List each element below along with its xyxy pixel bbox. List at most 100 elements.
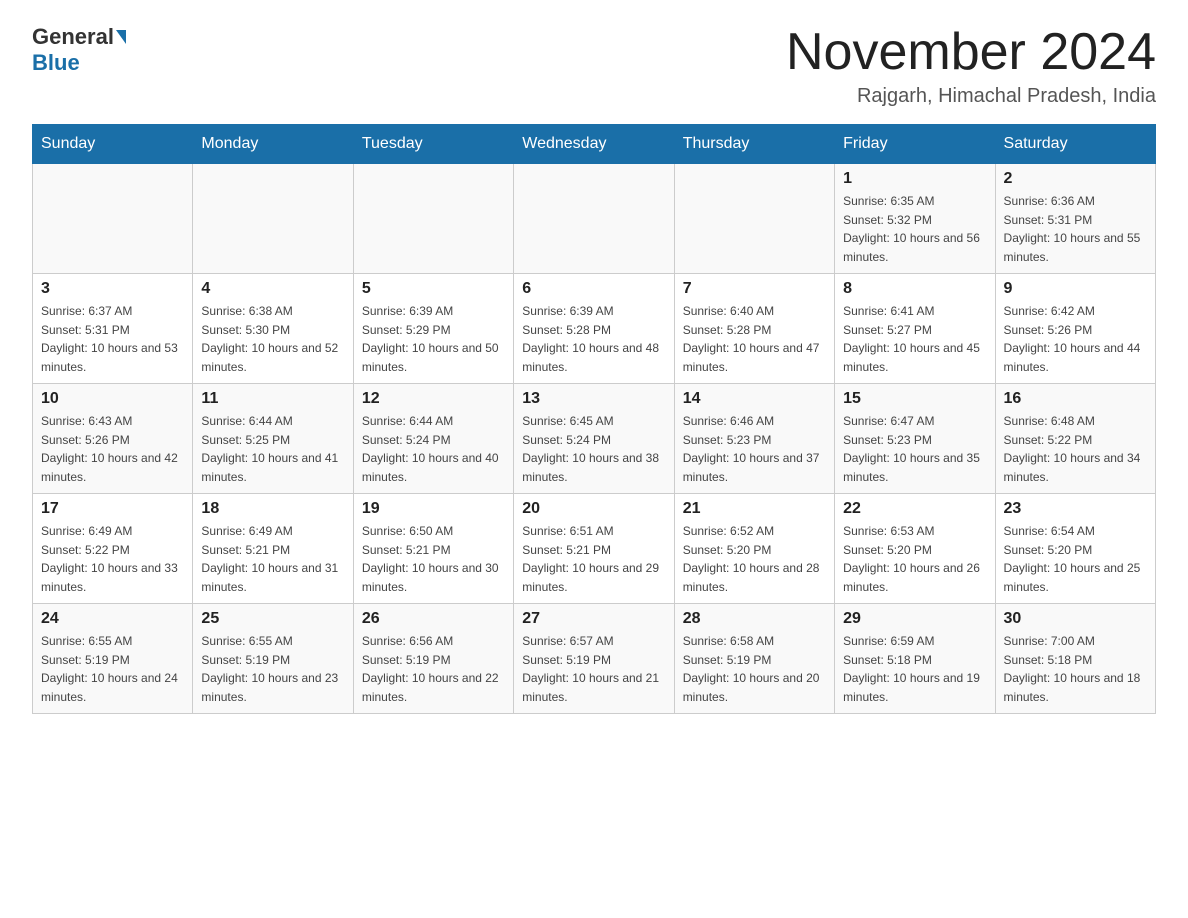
day-info: Sunrise: 6:55 AM Sunset: 5:19 PM Dayligh… — [201, 632, 344, 706]
calendar-cell: 21 Sunrise: 6:52 AM Sunset: 5:20 PM Dayli… — [674, 494, 834, 604]
day-number: 25 — [201, 610, 344, 628]
day-number: 18 — [201, 500, 344, 518]
day-number: 29 — [843, 610, 986, 628]
calendar-cell: 28 Sunrise: 6:58 AM Sunset: 5:19 PM Dayli… — [674, 604, 834, 714]
day-number: 23 — [1004, 500, 1147, 518]
day-info: Sunrise: 6:45 AM Sunset: 5:24 PM Dayligh… — [522, 412, 665, 486]
day-info: Sunrise: 6:51 AM Sunset: 5:21 PM Dayligh… — [522, 522, 665, 596]
day-info: Sunrise: 6:41 AM Sunset: 5:27 PM Dayligh… — [843, 302, 986, 376]
day-info: Sunrise: 6:59 AM Sunset: 5:18 PM Dayligh… — [843, 632, 986, 706]
day-number: 19 — [362, 500, 505, 518]
calendar-cell: 25 Sunrise: 6:55 AM Sunset: 5:19 PM Dayli… — [193, 604, 353, 714]
day-info: Sunrise: 6:37 AM Sunset: 5:31 PM Dayligh… — [41, 302, 184, 376]
page-header: General Blue November 2024 Rajgarh, Hima… — [32, 24, 1156, 108]
day-number: 7 — [683, 280, 826, 298]
weekday-header-tuesday: Tuesday — [353, 125, 513, 164]
day-number: 21 — [683, 500, 826, 518]
weekday-header-wednesday: Wednesday — [514, 125, 674, 164]
day-info: Sunrise: 7:00 AM Sunset: 5:18 PM Dayligh… — [1004, 632, 1147, 706]
day-number: 6 — [522, 280, 665, 298]
day-info: Sunrise: 6:47 AM Sunset: 5:23 PM Dayligh… — [843, 412, 986, 486]
calendar-cell — [33, 164, 193, 274]
day-number: 30 — [1004, 610, 1147, 628]
day-info: Sunrise: 6:35 AM Sunset: 5:32 PM Dayligh… — [843, 192, 986, 266]
day-number: 26 — [362, 610, 505, 628]
day-info: Sunrise: 6:49 AM Sunset: 5:22 PM Dayligh… — [41, 522, 184, 596]
calendar-week-row: 24 Sunrise: 6:55 AM Sunset: 5:19 PM Dayli… — [33, 604, 1156, 714]
day-number: 2 — [1004, 170, 1147, 188]
calendar-cell: 14Sunrise: 6:46 AM Sunset: 5:23 PM Dayli… — [674, 384, 834, 494]
calendar-cell: 9Sunrise: 6:42 AM Sunset: 5:26 PM Daylig… — [995, 274, 1155, 384]
calendar-week-row: 1 Sunrise: 6:35 AM Sunset: 5:32 PM Daylig… — [33, 164, 1156, 274]
calendar-cell: 19 Sunrise: 6:50 AM Sunset: 5:21 PM Dayli… — [353, 494, 513, 604]
day-number: 10 — [41, 390, 184, 408]
calendar-cell: 8 Sunrise: 6:41 AM Sunset: 5:27 PM Daylig… — [835, 274, 995, 384]
calendar-cell: 10 Sunrise: 6:43 AM Sunset: 5:26 PM Dayli… — [33, 384, 193, 494]
day-info: Sunrise: 6:52 AM Sunset: 5:20 PM Dayligh… — [683, 522, 826, 596]
day-number: 17 — [41, 500, 184, 518]
day-info: Sunrise: 6:50 AM Sunset: 5:21 PM Dayligh… — [362, 522, 505, 596]
day-number: 11 — [201, 390, 344, 408]
logo-arrow-icon — [116, 30, 126, 44]
calendar-cell: 3Sunrise: 6:37 AM Sunset: 5:31 PM Daylig… — [33, 274, 193, 384]
calendar-cell: 30 Sunrise: 7:00 AM Sunset: 5:18 PM Dayli… — [995, 604, 1155, 714]
day-number: 4 — [201, 280, 344, 298]
day-number: 28 — [683, 610, 826, 628]
day-info: Sunrise: 6:44 AM Sunset: 5:25 PM Dayligh… — [201, 412, 344, 486]
logo: General — [32, 24, 128, 50]
day-info: Sunrise: 6:55 AM Sunset: 5:19 PM Dayligh… — [41, 632, 184, 706]
day-number: 24 — [41, 610, 184, 628]
day-info: Sunrise: 6:44 AM Sunset: 5:24 PM Dayligh… — [362, 412, 505, 486]
day-number: 22 — [843, 500, 986, 518]
calendar-cell — [193, 164, 353, 274]
calendar-cell: 13 Sunrise: 6:45 AM Sunset: 5:24 PM Dayli… — [514, 384, 674, 494]
calendar-week-row: 10 Sunrise: 6:43 AM Sunset: 5:26 PM Dayli… — [33, 384, 1156, 494]
calendar-cell: 29 Sunrise: 6:59 AM Sunset: 5:18 PM Dayli… — [835, 604, 995, 714]
calendar-cell: 7Sunrise: 6:40 AM Sunset: 5:28 PM Daylig… — [674, 274, 834, 384]
day-number: 15 — [843, 390, 986, 408]
day-number: 13 — [522, 390, 665, 408]
calendar-cell: 16Sunrise: 6:48 AM Sunset: 5:22 PM Dayli… — [995, 384, 1155, 494]
calendar-cell: 24 Sunrise: 6:55 AM Sunset: 5:19 PM Dayli… — [33, 604, 193, 714]
day-info: Sunrise: 6:38 AM Sunset: 5:30 PM Dayligh… — [201, 302, 344, 376]
weekday-header-row: SundayMondayTuesdayWednesdayThursdayFrid… — [33, 125, 1156, 164]
weekday-header-monday: Monday — [193, 125, 353, 164]
day-info: Sunrise: 6:54 AM Sunset: 5:20 PM Dayligh… — [1004, 522, 1147, 596]
day-info: Sunrise: 6:39 AM Sunset: 5:29 PM Dayligh… — [362, 302, 505, 376]
calendar-cell: 1 Sunrise: 6:35 AM Sunset: 5:32 PM Daylig… — [835, 164, 995, 274]
day-info: Sunrise: 6:58 AM Sunset: 5:19 PM Dayligh… — [683, 632, 826, 706]
day-info: Sunrise: 6:39 AM Sunset: 5:28 PM Dayligh… — [522, 302, 665, 376]
calendar-cell: 23 Sunrise: 6:54 AM Sunset: 5:20 PM Dayli… — [995, 494, 1155, 604]
calendar-cell: 20Sunrise: 6:51 AM Sunset: 5:21 PM Dayli… — [514, 494, 674, 604]
calendar-cell: 12 Sunrise: 6:44 AM Sunset: 5:24 PM Dayli… — [353, 384, 513, 494]
calendar-cell: 15 Sunrise: 6:47 AM Sunset: 5:23 PM Dayli… — [835, 384, 995, 494]
weekday-header-friday: Friday — [835, 125, 995, 164]
day-number: 16 — [1004, 390, 1147, 408]
calendar-cell: 5 Sunrise: 6:39 AM Sunset: 5:29 PM Daylig… — [353, 274, 513, 384]
day-info: Sunrise: 6:57 AM Sunset: 5:19 PM Dayligh… — [522, 632, 665, 706]
logo-area: General Blue — [32, 24, 128, 76]
calendar-table: SundayMondayTuesdayWednesdayThursdayFrid… — [32, 124, 1156, 714]
day-number: 8 — [843, 280, 986, 298]
logo-general-text: General — [32, 24, 114, 50]
calendar-cell: 26Sunrise: 6:56 AM Sunset: 5:19 PM Dayli… — [353, 604, 513, 714]
weekday-header-saturday: Saturday — [995, 125, 1155, 164]
weekday-header-sunday: Sunday — [33, 125, 193, 164]
calendar-cell: 2Sunrise: 6:36 AM Sunset: 5:31 PM Daylig… — [995, 164, 1155, 274]
calendar-cell: 27Sunrise: 6:57 AM Sunset: 5:19 PM Dayli… — [514, 604, 674, 714]
day-info: Sunrise: 6:46 AM Sunset: 5:23 PM Dayligh… — [683, 412, 826, 486]
weekday-header-thursday: Thursday — [674, 125, 834, 164]
logo-blue-text: Blue — [32, 50, 80, 76]
calendar-cell: 6 Sunrise: 6:39 AM Sunset: 5:28 PM Daylig… — [514, 274, 674, 384]
day-number: 5 — [362, 280, 505, 298]
day-info: Sunrise: 6:42 AM Sunset: 5:26 PM Dayligh… — [1004, 302, 1147, 376]
calendar-cell: 18Sunrise: 6:49 AM Sunset: 5:21 PM Dayli… — [193, 494, 353, 604]
day-number: 12 — [362, 390, 505, 408]
calendar-cell — [353, 164, 513, 274]
calendar-cell: 22Sunrise: 6:53 AM Sunset: 5:20 PM Dayli… — [835, 494, 995, 604]
month-title: November 2024 — [786, 24, 1156, 81]
title-area: November 2024 Rajgarh, Himachal Pradesh,… — [786, 24, 1156, 108]
day-number: 1 — [843, 170, 986, 188]
location-subtitle: Rajgarh, Himachal Pradesh, India — [786, 85, 1156, 108]
day-info: Sunrise: 6:43 AM Sunset: 5:26 PM Dayligh… — [41, 412, 184, 486]
